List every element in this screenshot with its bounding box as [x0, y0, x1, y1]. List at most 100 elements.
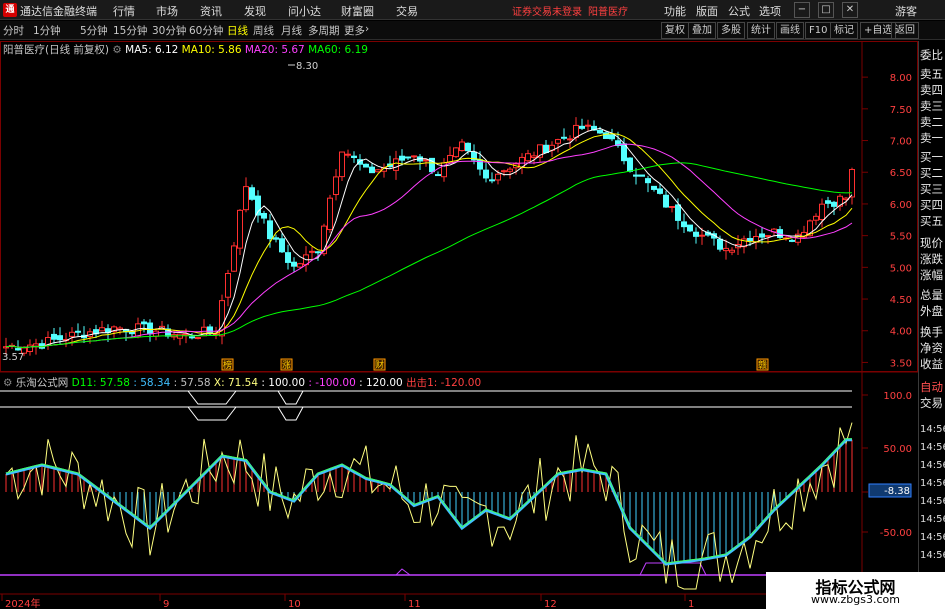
main-info-row: 阳普医疗(日线 前复权) ⚙ MA5: 6.12 MA10: 5.86 MA20… — [3, 42, 368, 57]
menu-formula[interactable]: 公式 — [728, 3, 750, 19]
mark-button[interactable]: 标记 — [830, 22, 858, 39]
sub-value-5: : 100.00 — [261, 377, 306, 389]
candle-body — [747, 237, 753, 242]
quote-label[interactable]: 涨幅 — [920, 267, 945, 283]
quote-label[interactable]: 买一 — [920, 149, 945, 165]
quote-label[interactable]: 换手 — [920, 324, 945, 340]
trade-label[interactable]: 交易 — [920, 395, 945, 411]
candle-body — [831, 201, 837, 207]
candle-body — [597, 129, 603, 134]
formula-gear-icon[interactable]: ⚙ — [3, 377, 12, 389]
period-1min[interactable]: 1分钟 — [33, 23, 61, 38]
candle-body — [225, 273, 231, 298]
close-icon[interactable]: ✕ — [842, 2, 858, 18]
x-tick-label: 12 — [544, 599, 557, 609]
trade-time: 14:56 — [920, 478, 945, 489]
period-30min[interactable]: 30分钟 — [152, 23, 186, 38]
quote-label[interactable]: 净资 — [920, 340, 945, 356]
candle-body — [333, 176, 339, 196]
watermark-url: www.zbgs3.com — [811, 593, 900, 606]
candle-body — [693, 231, 699, 237]
candle-body — [345, 153, 351, 156]
quote-label[interactable]: 卖二 — [920, 114, 945, 130]
stats-button[interactable]: 统计 — [747, 22, 775, 39]
candle-body — [75, 330, 81, 333]
quote-label[interactable]: 委比 — [920, 47, 945, 63]
quote-label[interactable]: 涨跌 — [920, 251, 945, 267]
menu-wealth[interactable]: 财富圈 — [341, 3, 374, 19]
period-more[interactable]: 更多 — [344, 23, 365, 38]
quote-label[interactable]: 买四 — [920, 197, 945, 213]
y-tick-label: 8.00 — [890, 73, 912, 84]
candle-body — [339, 151, 345, 178]
menu-function[interactable]: 功能 — [664, 3, 686, 19]
menu-trade[interactable]: 交易 — [396, 3, 418, 19]
menu-market[interactable]: 行情 — [113, 3, 135, 19]
overlay-button[interactable]: 叠加 — [688, 22, 716, 39]
candle-body — [675, 204, 681, 221]
candle-body — [585, 124, 591, 127]
auto-trade-label[interactable]: 自动 — [920, 379, 945, 395]
draw-line-button[interactable]: 画线 — [776, 22, 804, 39]
period-daily[interactable]: 日线 — [227, 23, 248, 38]
menu-options[interactable]: 选项 — [759, 3, 781, 19]
quote-label[interactable]: 总量 — [920, 287, 945, 303]
quote-label[interactable]: 卖四 — [920, 82, 945, 98]
multi-stock-button[interactable]: 多股 — [717, 22, 745, 39]
candle-body — [375, 169, 381, 173]
chart-canvas[interactable]: 8.00 7.50 7.00 6.50 6.00 5.50 5.00 4.50 4.00 3.50… — [0, 41, 918, 609]
menu-discover[interactable]: 发现 — [244, 3, 266, 19]
candle-body — [651, 185, 657, 190]
band-notch-bottom — [395, 562, 707, 576]
candle-body — [363, 163, 369, 168]
candle-body — [579, 125, 585, 129]
candle-body — [237, 209, 243, 249]
candle-body — [369, 166, 375, 174]
quote-label[interactable]: 外盘 — [920, 303, 945, 319]
f10-button[interactable]: F10 — [805, 22, 832, 39]
menu-markets[interactable]: 市场 — [156, 3, 178, 19]
candle-body — [573, 124, 579, 138]
quote-label[interactable]: 买三 — [920, 181, 945, 197]
candle-body — [543, 144, 549, 154]
candle-body — [57, 335, 63, 341]
candle-body — [819, 203, 825, 221]
menu-xiaoda[interactable]: 问小达 — [288, 3, 321, 19]
period-monthly[interactable]: 月线 — [281, 23, 302, 38]
y-tick-label: 6.00 — [890, 200, 912, 211]
period-weekly[interactable]: 周线 — [253, 23, 274, 38]
chevron-right-icon[interactable]: › — [365, 23, 369, 35]
period-intraday[interactable]: 分时 — [3, 23, 24, 38]
period-multi[interactable]: 多周期 — [308, 23, 340, 38]
quote-label[interactable]: 卖一 — [920, 130, 945, 146]
ma5-label: MA5: 6.12 — [125, 44, 179, 56]
back-button[interactable]: 返回 — [891, 22, 919, 39]
x-tick-label: 2024年 — [5, 597, 40, 609]
adjust-button[interactable]: 复权 — [661, 22, 689, 39]
stock-name-title: 阳普医疗 — [588, 7, 628, 18]
quote-label[interactable]: 买五 — [920, 213, 945, 229]
y-tick-label: 5.00 — [890, 263, 912, 274]
menu-layout[interactable]: 版面 — [696, 3, 718, 19]
user-guest[interactable]: 游客 — [895, 3, 917, 19]
minimize-icon[interactable]: − — [794, 2, 810, 18]
period-15min[interactable]: 15分钟 — [113, 23, 147, 38]
restore-icon[interactable]: □ — [818, 2, 834, 18]
settings-gear-icon[interactable]: ⚙ — [112, 44, 125, 56]
quote-label[interactable]: 收益 — [920, 356, 945, 372]
x-value-label: X: 71.54 — [213, 377, 259, 389]
menu-news[interactable]: 资讯 — [200, 3, 222, 19]
period-60min[interactable]: 60分钟 — [189, 23, 223, 38]
quote-label[interactable]: 买二 — [920, 165, 945, 181]
candle-body — [465, 142, 471, 152]
candle-body — [405, 156, 411, 159]
quote-label[interactable]: 卖五 — [920, 66, 945, 82]
y-tick-label: 3.50 — [890, 358, 912, 369]
period-5min[interactable]: 5分钟 — [80, 23, 108, 38]
trade-login-warning[interactable]: 证券交易未登录 — [512, 3, 582, 18]
candle-body — [315, 251, 321, 254]
y-tick-label: 100.0 — [883, 391, 912, 402]
quote-label[interactable]: 现价 — [920, 235, 945, 251]
candle-body — [141, 321, 147, 325]
quote-label[interactable]: 卖三 — [920, 98, 945, 114]
